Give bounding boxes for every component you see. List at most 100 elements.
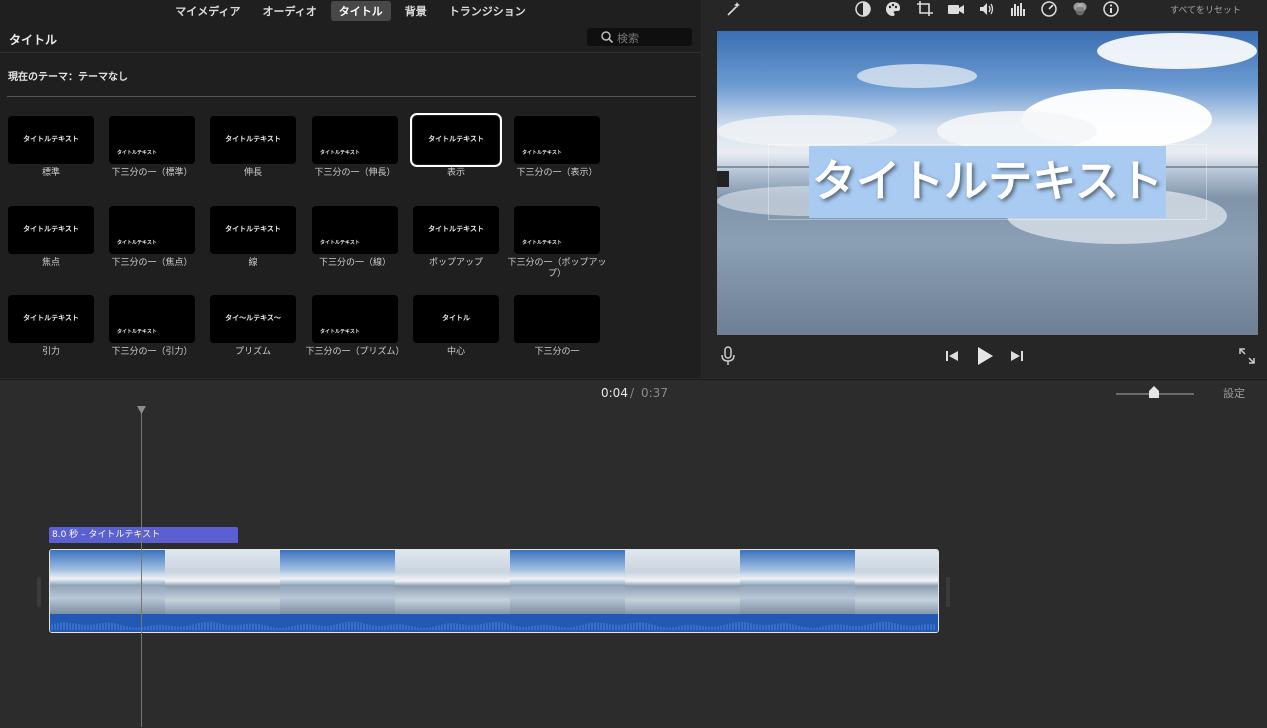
equalizer-icon[interactable]: [1009, 0, 1027, 18]
clip-thumbnail: [165, 550, 281, 614]
tab-backgrounds[interactable]: 背景: [397, 1, 435, 21]
title-preview-text: タイトルテキスト: [428, 135, 484, 143]
title-preview-text: タイトルテキスト: [320, 240, 360, 246]
title-style-label: 下三分の一（プリズム）: [305, 347, 405, 357]
title-preview-text: タイトルテキスト: [428, 225, 484, 233]
clip-thumbnail: [510, 550, 626, 614]
title-preview-text: タイトルテキスト: [320, 150, 360, 156]
search-icon: [601, 31, 614, 44]
title-style-label: 下三分の一（標準）: [111, 168, 193, 178]
video-preview[interactable]: タイトルテキスト: [717, 31, 1258, 335]
title-style-label: 下三分の一（表示）: [516, 168, 598, 178]
media-tabs-bar: マイメディア オーディオ タイトル 背景 トランジション: [0, 0, 701, 22]
title-style-thumbnail[interactable]: タイトルテキスト: [8, 295, 94, 343]
title-preview-text: タイトルテキスト: [23, 314, 79, 322]
title-preview-text: タイトルテキスト: [117, 240, 157, 246]
magic-wand-icon[interactable]: [724, 0, 742, 18]
title-style-thumbnail[interactable]: タイトルテキスト: [514, 206, 600, 254]
title-clip[interactable]: 8.0 秒 – タイトルテキスト: [49, 527, 238, 543]
title-style-thumbnail[interactable]: タイトルテキスト: [8, 206, 94, 254]
title-preview-text: タイトルテキスト: [225, 135, 281, 143]
reset-all-button[interactable]: すべてをリセット: [1170, 3, 1241, 16]
title-style-thumbnail[interactable]: タイトルテキスト: [210, 206, 296, 254]
title-style-label: 線: [248, 258, 258, 268]
tab-my-media[interactable]: マイメディア: [167, 1, 248, 21]
title-style-label: 中心: [446, 347, 465, 357]
title-style-thumbnail[interactable]: タイトル: [413, 295, 499, 343]
title-style-label: プリズム: [234, 347, 271, 357]
title-style-label: 下三分の一（引力）: [111, 347, 193, 357]
title-style-label: ポップアップ: [428, 258, 483, 268]
stabilization-icon[interactable]: [947, 0, 965, 18]
title-style-label: 下三分の一（焦点）: [111, 258, 193, 268]
clip-thumbnail: [395, 550, 511, 614]
divider: [7, 96, 696, 97]
tab-titles[interactable]: タイトル: [330, 1, 391, 21]
volume-icon[interactable]: [978, 0, 996, 18]
title-preview-text: タイトルテキスト: [23, 135, 79, 143]
fullscreen-icon[interactable]: [1239, 348, 1255, 364]
total-time: 0:37: [641, 386, 668, 400]
title-style-thumbnail[interactable]: タイ～ルテキス～: [210, 295, 296, 343]
title-style-label: 下三分の一（線）: [318, 258, 391, 268]
title-style-thumbnail[interactable]: タイトルテキスト: [312, 206, 398, 254]
search-input[interactable]: 検索: [587, 28, 692, 46]
current-time: 0:04: [601, 386, 628, 400]
title-style-thumbnail[interactable]: タイトルテキスト: [210, 116, 296, 164]
title-style-thumbnail[interactable]: タイトルテキスト: [312, 295, 398, 343]
microphone-icon[interactable]: [720, 346, 736, 366]
skip-back-icon[interactable]: [945, 349, 959, 363]
title-style-label: 伸長: [243, 168, 262, 178]
title-overlay-text[interactable]: タイトルテキスト: [809, 146, 1166, 218]
zoom-slider-knob[interactable]: [1149, 386, 1159, 398]
title-style-thumbnail[interactable]: タイトルテキスト: [410, 113, 502, 167]
title-style-label: 引力: [41, 347, 60, 357]
title-style-thumbnail[interactable]: タイトルテキスト: [109, 206, 195, 254]
title-preview-text: タイトル: [442, 314, 470, 322]
title-preview-text: タイトルテキスト: [225, 225, 281, 233]
browser-title: タイトル: [9, 33, 58, 47]
title-style-label: 下三分の一（伸長）: [314, 168, 396, 178]
audio-waveform: [50, 614, 938, 632]
color-palette-icon[interactable]: [884, 0, 902, 18]
speed-icon[interactable]: [1040, 0, 1058, 18]
clip-handle-right[interactable]: [946, 577, 950, 607]
title-preview-text: タイトルテキスト: [522, 240, 562, 246]
clip-handle-left[interactable]: [37, 577, 41, 607]
title-style-thumbnail[interactable]: タイトルテキスト: [413, 206, 499, 254]
clip-thumbnail: [280, 550, 396, 614]
info-icon[interactable]: [1102, 0, 1120, 18]
play-icon[interactable]: [976, 346, 994, 366]
tab-audio[interactable]: オーディオ: [255, 1, 325, 21]
title-style-thumbnail[interactable]: タイトルテキスト: [109, 295, 195, 343]
title-style-label: 下三分の一（ポップアップ）: [507, 258, 607, 279]
skip-forward-icon[interactable]: [1010, 349, 1024, 363]
clip-thumbnail: [625, 550, 741, 614]
clip-thumbnail: [855, 550, 938, 614]
title-style-label: 焦点: [41, 258, 60, 268]
title-preview-text: タイトルテキスト: [117, 329, 157, 335]
search-placeholder: 検索: [617, 32, 639, 45]
title-preview-text: タイトルテキスト: [117, 150, 157, 156]
clip-filter-icon[interactable]: [1071, 0, 1089, 18]
crop-icon[interactable]: [916, 0, 934, 18]
title-style-thumbnail[interactable]: タイトルテキスト: [312, 116, 398, 164]
video-clip[interactable]: [49, 549, 939, 633]
title-preview-text: タイ～ルテキス～: [225, 314, 281, 322]
title-style-label: 下三分の一: [534, 347, 580, 357]
title-style-label: 標準: [41, 168, 60, 178]
title-style-thumbnail[interactable]: タイトルテキスト: [8, 116, 94, 164]
color-balance-icon[interactable]: [854, 0, 872, 18]
playhead-marker[interactable]: [137, 406, 146, 414]
title-preview-text: タイトルテキスト: [522, 150, 562, 156]
tab-transitions[interactable]: トランジション: [441, 1, 534, 21]
playhead[interactable]: [141, 406, 142, 727]
time-separator: /: [630, 386, 635, 400]
current-theme-label: 現在のテーマ：テーマなし: [8, 72, 128, 83]
title-style-thumbnail[interactable]: タイトルテキスト: [514, 116, 600, 164]
title-style-thumbnail[interactable]: タイトルテキスト: [109, 116, 195, 164]
clip-thumbnail: [740, 550, 856, 614]
title-style-thumbnail[interactable]: [514, 295, 600, 343]
timeline-settings-button[interactable]: 設定: [1223, 385, 1245, 401]
title-style-label: 表示: [446, 168, 465, 178]
